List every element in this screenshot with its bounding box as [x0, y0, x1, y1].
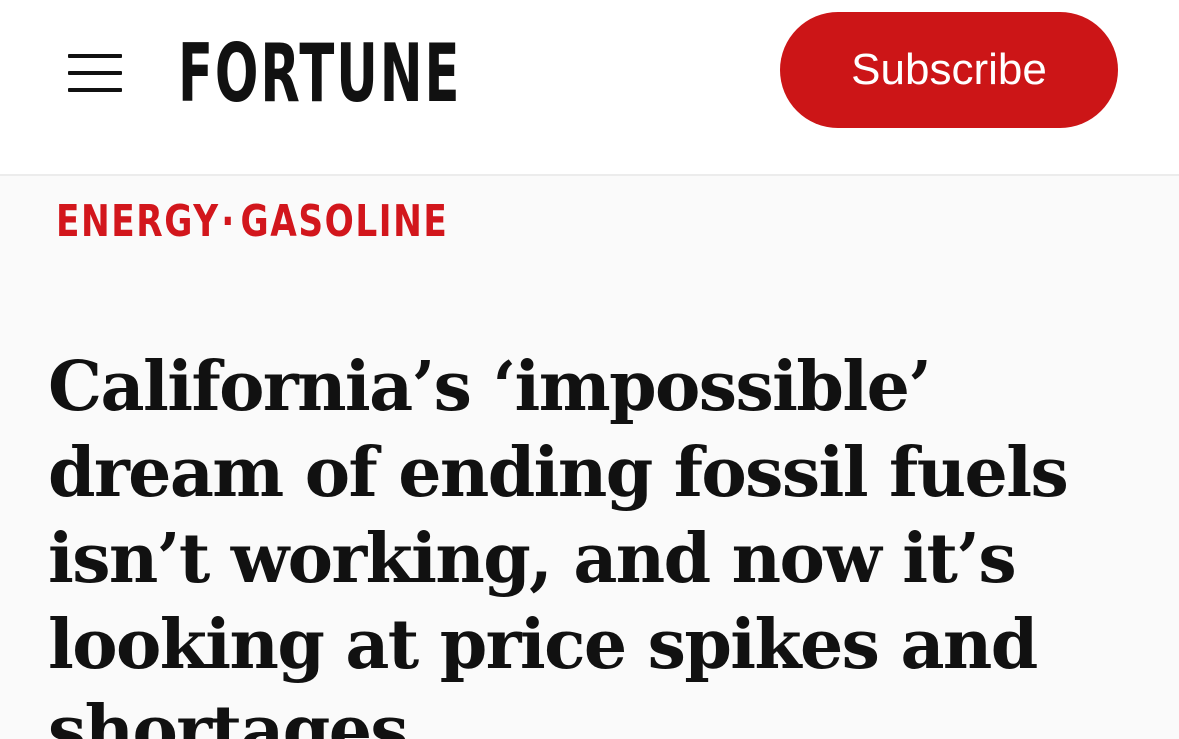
section-separator: · — [221, 196, 236, 247]
menu-line-middle — [68, 71, 122, 75]
menu-line-top — [68, 54, 122, 58]
subscribe-button[interactable]: Subscribe — [780, 12, 1118, 128]
article-headline: California’s ‘impossible’ dream of endin… — [48, 347, 1069, 739]
site-header: FORTUNE Subscribe — [0, 0, 1179, 176]
article-page: FORTUNE Subscribe ENERGY· GASOLINE Califo… — [0, 0, 1179, 739]
section-link-energy[interactable]: ENERGY — [56, 196, 220, 247]
menu-line-bottom — [68, 88, 122, 92]
hamburger-menu-icon[interactable] — [68, 54, 124, 94]
fortune-logo[interactable]: FORTUNE — [178, 26, 461, 122]
section-link-gasoline[interactable]: GASOLINE — [241, 196, 449, 247]
article-section-breadcrumb: ENERGY· GASOLINE — [56, 196, 448, 252]
